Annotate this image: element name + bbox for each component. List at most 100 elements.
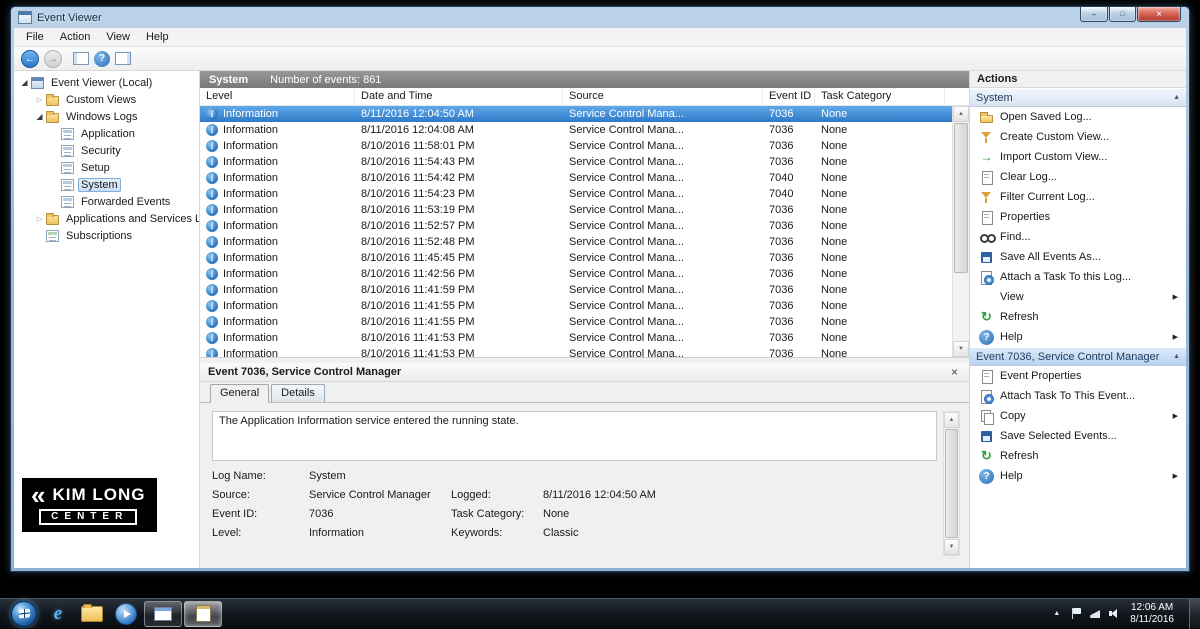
column-header-event-id[interactable]: Event ID bbox=[763, 88, 815, 105]
tree-item-subscriptions[interactable]: Subscriptions bbox=[14, 227, 199, 244]
event-row[interactable]: iInformation8/10/2016 11:58:01 PMService… bbox=[200, 138, 952, 154]
menu-file[interactable]: File bbox=[18, 29, 52, 45]
forward-icon[interactable]: → bbox=[44, 50, 62, 68]
tree-expander-icon[interactable]: ◢ bbox=[18, 78, 31, 87]
scroll-thumb[interactable] bbox=[945, 429, 958, 538]
event-row[interactable]: iInformation8/10/2016 11:45:45 PMService… bbox=[200, 250, 952, 266]
datetime-cell: 8/10/2016 11:42:56 PM bbox=[355, 268, 563, 280]
menu-help[interactable]: Help bbox=[138, 29, 177, 45]
tree-item-security[interactable]: Security bbox=[14, 142, 199, 159]
event-row[interactable]: iInformation8/10/2016 11:52:57 PMService… bbox=[200, 218, 952, 234]
event-row[interactable]: iInformation8/11/2016 12:04:50 AMService… bbox=[200, 106, 952, 122]
scroll-down-icon[interactable]: ▼ bbox=[944, 539, 959, 555]
media-player-icon[interactable] bbox=[110, 601, 142, 627]
action-clear-log[interactable]: Clear Log... bbox=[970, 167, 1186, 187]
show-console-tree-icon[interactable] bbox=[73, 52, 89, 65]
event-row[interactable]: iInformation8/11/2016 12:04:08 AMService… bbox=[200, 122, 952, 138]
collapse-icon[interactable]: ▲ bbox=[1173, 353, 1180, 360]
internet-explorer-icon[interactable]: e bbox=[42, 601, 74, 627]
tree-expander-icon[interactable]: ▷ bbox=[33, 96, 46, 104]
tree-item-event-viewer-local[interactable]: ◢Event Viewer (Local) bbox=[14, 74, 199, 91]
action-view[interactable]: View▶ bbox=[970, 287, 1186, 307]
column-header-source[interactable]: Source bbox=[563, 88, 763, 105]
action-filter-current-log[interactable]: Filter Current Log... bbox=[970, 187, 1186, 207]
tree-item-custom-views[interactable]: ▷Custom Views bbox=[14, 91, 199, 108]
action-refresh[interactable]: ↻Refresh bbox=[970, 307, 1186, 327]
action-attach-a-task-to-this-log[interactable]: Attach a Task To this Log... bbox=[970, 267, 1186, 287]
event-row[interactable]: iInformation8/10/2016 11:53:19 PMService… bbox=[200, 202, 952, 218]
action-help[interactable]: ?Help▶ bbox=[970, 466, 1186, 486]
tree-item-application[interactable]: Application bbox=[14, 125, 199, 142]
find-icon bbox=[979, 230, 994, 245]
back-icon[interactable]: ← bbox=[21, 50, 39, 68]
column-header-level[interactable]: Level bbox=[200, 88, 355, 105]
action-refresh[interactable]: ↻Refresh bbox=[970, 446, 1186, 466]
show-desktop-button[interactable] bbox=[1189, 599, 1200, 629]
taskbar-event-viewer-app[interactable] bbox=[184, 601, 222, 627]
scroll-up-icon[interactable]: ▲ bbox=[953, 106, 969, 122]
tab-general[interactable]: General bbox=[210, 384, 269, 403]
tree-expander-icon[interactable]: ▷ bbox=[33, 215, 46, 223]
action-center-icon[interactable] bbox=[1071, 608, 1082, 619]
event-row[interactable]: iInformation8/10/2016 11:54:23 PMService… bbox=[200, 186, 952, 202]
tree-item-setup[interactable]: Setup bbox=[14, 159, 199, 176]
action-open-saved-log[interactable]: Open Saved Log... bbox=[970, 107, 1186, 127]
desktop: Event Viewer –□× FileActionViewHelp ←→? … bbox=[0, 0, 1200, 628]
action-find[interactable]: Find... bbox=[970, 227, 1186, 247]
network-icon[interactable] bbox=[1090, 608, 1101, 619]
event-row[interactable]: iInformation8/10/2016 11:41:55 PMService… bbox=[200, 314, 952, 330]
tab-details[interactable]: Details bbox=[271, 384, 325, 402]
taskbar-running-app[interactable] bbox=[144, 601, 182, 627]
event-row[interactable]: iInformation8/10/2016 11:54:43 PMService… bbox=[200, 154, 952, 170]
action-save-all-events-as[interactable]: Save All Events As... bbox=[970, 247, 1186, 267]
actions-section-header-event-7036-service-control-manager[interactable]: Event 7036, Service Control Manager▲ bbox=[970, 347, 1186, 366]
menu-view[interactable]: View bbox=[98, 29, 138, 45]
event-row[interactable]: iInformation8/10/2016 11:41:53 PMService… bbox=[200, 346, 952, 357]
tree-item-applications-and-services-lo[interactable]: ▷Applications and Services Lo bbox=[14, 210, 199, 227]
action-event-properties[interactable]: Event Properties bbox=[970, 366, 1186, 386]
actions-section-header-system[interactable]: System▲ bbox=[970, 88, 1186, 107]
scroll-up-icon[interactable]: ▲ bbox=[944, 412, 959, 428]
tree-item-forwarded-events[interactable]: Forwarded Events bbox=[14, 193, 199, 210]
event-row[interactable]: iInformation8/10/2016 11:42:56 PMService… bbox=[200, 266, 952, 282]
menu-action[interactable]: Action bbox=[52, 29, 99, 45]
column-header-task-category[interactable]: Task Category bbox=[815, 88, 945, 105]
action-save-selected-events[interactable]: Save Selected Events... bbox=[970, 426, 1186, 446]
taskbar-clock[interactable]: 12:06 AM 8/11/2016 bbox=[1130, 602, 1174, 626]
event-list-scrollbar[interactable]: ▲ ▼ bbox=[952, 106, 969, 357]
title-bar[interactable]: Event Viewer –□× bbox=[11, 7, 1189, 28]
hidden-icons-button[interactable]: ▲ bbox=[1050, 607, 1063, 620]
tree-expander-icon[interactable]: ◢ bbox=[33, 112, 46, 121]
scroll-thumb[interactable] bbox=[954, 123, 968, 273]
action-import-custom-view[interactable]: →Import Custom View... bbox=[970, 147, 1186, 167]
close-icon[interactable]: × bbox=[948, 365, 961, 379]
windows-explorer-icon[interactable] bbox=[76, 601, 108, 627]
event-row[interactable]: iInformation8/10/2016 11:41:59 PMService… bbox=[200, 282, 952, 298]
maximize-button[interactable]: □ bbox=[1109, 7, 1136, 22]
event-row[interactable]: iInformation8/10/2016 11:54:42 PMService… bbox=[200, 170, 952, 186]
level-text: Information bbox=[223, 204, 278, 216]
event-row[interactable]: iInformation8/10/2016 11:41:53 PMService… bbox=[200, 330, 952, 346]
tree-item-system[interactable]: System bbox=[14, 176, 199, 193]
action-create-custom-view[interactable]: Create Custom View... bbox=[970, 127, 1186, 147]
collapse-icon[interactable]: ▲ bbox=[1173, 94, 1180, 101]
show-action-pane-icon[interactable] bbox=[115, 52, 131, 65]
event-row[interactable]: iInformation8/10/2016 11:41:55 PMService… bbox=[200, 298, 952, 314]
close-button[interactable]: × bbox=[1137, 7, 1181, 22]
action-properties[interactable]: Properties bbox=[970, 207, 1186, 227]
field-value: 7036 bbox=[309, 508, 451, 520]
column-header-date-and-time[interactable]: Date and Time bbox=[355, 88, 563, 105]
event-row[interactable]: iInformation8/10/2016 11:52:48 PMService… bbox=[200, 234, 952, 250]
tree-item-windows-logs[interactable]: ◢Windows Logs bbox=[14, 108, 199, 125]
action-copy[interactable]: Copy▶ bbox=[970, 406, 1186, 426]
volume-icon[interactable] bbox=[1109, 608, 1120, 619]
start-button[interactable] bbox=[8, 601, 40, 627]
action-help[interactable]: ?Help▶ bbox=[970, 327, 1186, 347]
action-attach-task-to-this-event[interactable]: Attach Task To This Event... bbox=[970, 386, 1186, 406]
toolbar: ← →? bbox=[14, 47, 1186, 71]
event-id-cell: 7036 bbox=[763, 332, 815, 344]
scroll-down-icon[interactable]: ▼ bbox=[953, 341, 969, 357]
minimize-button[interactable]: – bbox=[1080, 7, 1108, 22]
detail-scrollbar[interactable]: ▲ ▼ bbox=[943, 411, 960, 556]
help-icon[interactable]: ? bbox=[94, 51, 110, 67]
